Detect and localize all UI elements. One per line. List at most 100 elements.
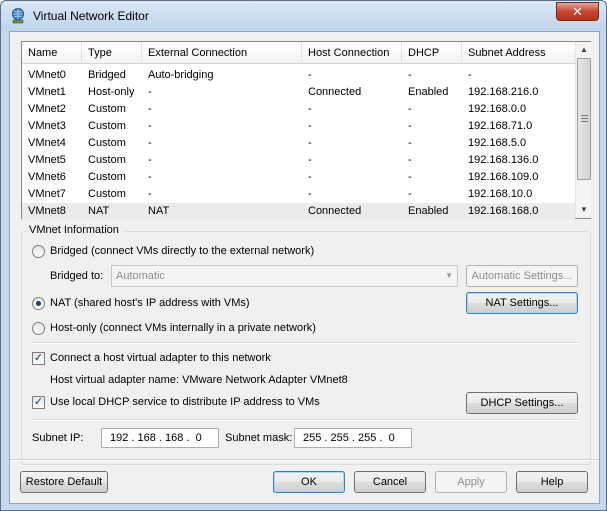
cell-external-connection: - [148, 120, 152, 132]
virtual-network-editor-window: Virtual Network Editor ✕ Name Type Exter… [0, 0, 607, 511]
scrollbar-grip-icon [581, 115, 588, 122]
table-row[interactable]: VMnet1 Host-only - Connected Enabled 192… [22, 84, 575, 101]
column-header-dhcp[interactable]: DHCP [402, 42, 462, 64]
cell-dhcp: - [408, 171, 412, 183]
column-header-type[interactable]: Type [82, 42, 142, 64]
cell-external-connection: - [148, 137, 152, 149]
cell-name: VMnet4 [28, 137, 66, 149]
table-row[interactable]: VMnet5 Custom - - - 192.168.136.0 [22, 152, 575, 169]
nat-settings-button[interactable]: NAT Settings... [466, 292, 578, 314]
cell-name: VMnet7 [28, 188, 66, 200]
cell-external-connection: - [148, 154, 152, 166]
cell-subnet-address: 192.168.10.0 [468, 188, 533, 200]
scroll-up-arrow-icon[interactable]: ▲ [576, 42, 592, 58]
table-row[interactable]: VMnet3 Custom - - - 192.168.71.0 [22, 118, 575, 135]
cell-subnet-address: 192.168.216.0 [468, 86, 539, 98]
cell-host-connection: - [308, 188, 312, 200]
dhcp-settings-button[interactable]: DHCP Settings... [466, 392, 578, 414]
divider [32, 342, 580, 344]
table-row[interactable]: VMnet4 Custom - - - 192.168.5.0 [22, 135, 575, 152]
cell-dhcp: Enabled [408, 205, 449, 217]
cell-host-connection: - [308, 137, 312, 149]
cell-dhcp: - [408, 154, 412, 166]
nat-radio[interactable] [32, 297, 45, 310]
cell-external-connection: - [148, 171, 152, 183]
subnet-ip-input[interactable]: 192 . 168 . 168 . 0 [101, 428, 219, 448]
dhcp-checkbox[interactable]: ✓ [32, 396, 45, 409]
automatic-settings-button[interactable]: Automatic Settings... [466, 265, 578, 287]
cell-dhcp: Enabled [408, 86, 449, 98]
checkmark-icon: ✓ [33, 352, 44, 364]
cell-subnet-address: - [468, 69, 472, 81]
host-only-radio[interactable] [32, 322, 45, 335]
connect-adapter-checkbox[interactable]: ✓ [32, 352, 45, 365]
cell-external-connection: - [148, 86, 152, 98]
cell-dhcp: - [408, 69, 412, 81]
table-row-selected[interactable]: VMnet8 NAT NAT Connected Enabled 192.168… [22, 203, 575, 220]
column-header-name[interactable]: Name [22, 42, 82, 64]
nat-radio-label[interactable]: NAT (shared host's IP address with VMs) [50, 297, 250, 309]
cell-type: Custom [88, 103, 126, 115]
cell-dhcp: - [408, 137, 412, 149]
cell-name: VMnet5 [28, 154, 66, 166]
table-row[interactable]: VMnet6 Custom - - - 192.168.109.0 [22, 169, 575, 186]
close-button[interactable]: ✕ [556, 2, 599, 21]
cell-type: Custom [88, 188, 126, 200]
cancel-button[interactable]: Cancel [354, 471, 426, 493]
cell-subnet-address: 192.168.168.0 [468, 205, 539, 217]
title-bar[interactable]: Virtual Network Editor ✕ [1, 1, 606, 31]
ok-button[interactable]: OK [273, 471, 345, 493]
subnet-ip-label: Subnet IP: [32, 432, 84, 444]
host-only-radio-label[interactable]: Host-only (connect VMs internally in a p… [50, 322, 316, 334]
column-header-external-connection[interactable]: External Connection [142, 42, 302, 64]
table-row[interactable]: VMnet2 Custom - - - 192.168.0.0 [22, 101, 575, 118]
help-button[interactable]: Help [516, 471, 588, 493]
cell-name: VMnet1 [28, 86, 66, 98]
vmnet-information-label: VMnet Information [26, 224, 122, 236]
cell-type: NAT [88, 205, 110, 217]
cell-dhcp: - [408, 120, 412, 132]
cell-name: VMnet6 [28, 171, 66, 183]
cell-type: Bridged [88, 69, 126, 81]
cell-type: Custom [88, 120, 126, 132]
cell-host-connection: - [308, 120, 312, 132]
bridged-to-value: Automatic [116, 270, 165, 282]
column-header-host-connection[interactable]: Host Connection [302, 42, 402, 64]
cell-dhcp: - [408, 103, 412, 115]
column-header-subnet-address[interactable]: Subnet Address [462, 42, 575, 64]
scrollbar-thumb[interactable] [577, 58, 591, 180]
bridged-radio-label[interactable]: Bridged (connect VMs directly to the ext… [50, 245, 314, 257]
cell-external-connection: NAT [148, 205, 170, 217]
cell-name: VMnet2 [28, 103, 66, 115]
scroll-down-arrow-icon[interactable]: ▼ [576, 202, 592, 218]
cell-host-connection: - [308, 171, 312, 183]
cell-type: Custom [88, 154, 126, 166]
chevron-down-icon: ▼ [445, 271, 453, 280]
dhcp-label[interactable]: Use local DHCP service to distribute IP … [50, 396, 320, 408]
apply-button[interactable]: Apply [435, 471, 507, 493]
cell-subnet-address: 192.168.0.0 [468, 103, 527, 115]
cell-type: Custom [88, 137, 126, 149]
table-row[interactable]: VMnet0 Bridged Auto-bridging - - - [22, 67, 575, 84]
restore-default-button[interactable]: Restore Default [20, 471, 108, 493]
close-icon: ✕ [572, 4, 583, 19]
network-globe-icon [12, 8, 24, 24]
footer-divider [10, 459, 599, 461]
subnet-mask-input[interactable]: 255 . 255 . 255 . 0 [294, 428, 412, 448]
checkmark-icon: ✓ [33, 396, 44, 408]
cell-type: Host-only [88, 86, 135, 98]
table-row[interactable]: VMnet7 Custom - - - 192.168.10.0 [22, 186, 575, 203]
cell-name: VMnet8 [28, 205, 66, 217]
divider [32, 419, 580, 421]
table-header: Name Type External Connection Host Conne… [22, 42, 575, 64]
bridged-to-select[interactable]: Automatic ▼ [111, 265, 458, 287]
cell-name: VMnet0 [28, 69, 66, 81]
cell-dhcp: - [408, 188, 412, 200]
bridged-radio[interactable] [32, 245, 45, 258]
table-vertical-scrollbar[interactable]: ▲ ▼ [575, 42, 591, 218]
subnet-mask-label: Subnet mask: [225, 432, 293, 444]
dialog-client-area: Name Type External Connection Host Conne… [9, 31, 600, 504]
cell-host-connection: Connected [308, 86, 362, 98]
cell-external-connection: - [148, 103, 152, 115]
connect-adapter-label[interactable]: Connect a host virtual adapter to this n… [50, 352, 271, 364]
